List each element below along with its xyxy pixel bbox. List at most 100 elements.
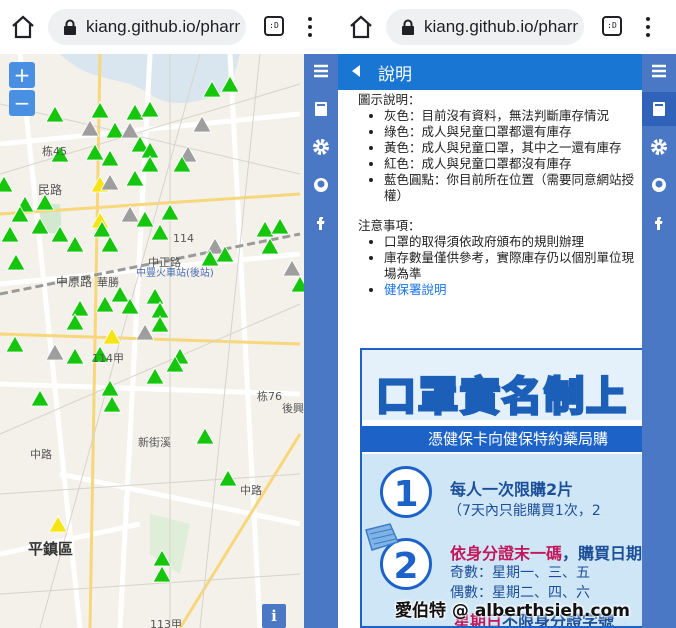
- book-icon[interactable]: [304, 92, 338, 126]
- mask-icon: [365, 523, 400, 551]
- station-label: 中豐火車站(後站): [136, 266, 214, 279]
- info-panel: 說明 圖示說明： 灰色：目前沒有資料，無法判斷庫存情況 綠色：成人與兒童口罩都還…: [338, 54, 642, 628]
- road-label: 114: [173, 232, 194, 245]
- lock-icon: [402, 19, 414, 35]
- github-icon[interactable]: [642, 168, 676, 202]
- pharmacy-marker[interactable]: [30, 389, 50, 407]
- rule-odd-days: 奇數：星期一、三、五: [450, 565, 590, 581]
- watermark-text: 愛伯特 @ alberthsieh.com: [395, 601, 630, 621]
- road-label: 新街溪: [138, 435, 171, 449]
- address-bar[interactable]: kiang.github.io/pharma: [386, 9, 584, 45]
- zoom-out-button[interactable]: −: [9, 90, 35, 116]
- pharmacy-marker[interactable]: [48, 515, 68, 533]
- panel-title: 說明: [378, 65, 412, 85]
- road-label: 114甲: [92, 352, 124, 365]
- pharmacy-marker[interactable]: [0, 225, 20, 243]
- pharmacy-marker[interactable]: [80, 119, 100, 137]
- pharmacy-marker[interactable]: [65, 347, 85, 365]
- notes-item: 庫存數量僅供參考，實際庫存仍以個別單位現場為準: [384, 250, 640, 282]
- tab-switcher-button[interactable]: :D: [264, 16, 284, 36]
- pharmacy-marker[interactable]: [195, 427, 215, 445]
- road-label: 中路: [30, 448, 52, 461]
- road-label: 栋45: [42, 144, 67, 158]
- road-label: 後興: [282, 401, 304, 415]
- notes-item: 口罩的取得須依政府頒布的規則辦理: [384, 234, 640, 250]
- map-canvas: 栋45 民路 114 中原路 中正路 中豐火車站(後站) 華勝 114甲 栋76…: [0, 54, 310, 628]
- pharmacy-marker[interactable]: [90, 101, 110, 119]
- gear-icon[interactable]: [304, 130, 338, 164]
- poster-subtitle: 憑健保卡向健保特約藥局購: [362, 426, 642, 452]
- right-screen: kiang.github.io/pharma :D 說明 圖示說明： 灰色：目前…: [338, 0, 676, 628]
- more-menu-icon[interactable]: [302, 14, 318, 40]
- pharmacy-marker[interactable]: [45, 105, 65, 123]
- url-text: kiang.github.io/pharma: [424, 17, 578, 36]
- browser-toolbar: kiang.github.io/pharma :D: [0, 0, 338, 54]
- road-label: 民路: [38, 182, 62, 197]
- legend-item: 紅色：成人與兒童口罩都沒有庫存: [384, 156, 640, 172]
- pharmacy-marker[interactable]: [102, 395, 122, 413]
- mask-policy-poster: 口罩實名制上 憑健保卡向健保特約藥局購 1 每人一次限購2片 （7天內只能購買1…: [360, 348, 642, 628]
- road-label: 中原路: [56, 274, 92, 289]
- pharmacy-marker[interactable]: [95, 295, 115, 313]
- pharmacy-marker[interactable]: [65, 235, 85, 253]
- pharmacy-marker[interactable]: [270, 217, 290, 235]
- pharmacy-marker[interactable]: [145, 287, 165, 305]
- nhi-info-link[interactable]: 健保署說明: [384, 282, 447, 297]
- url-text: kiang.github.io/pharma: [86, 17, 240, 36]
- info-button[interactable]: i: [262, 604, 286, 628]
- pharmacy-marker[interactable]: [282, 259, 302, 277]
- legend-heading: 圖示說明：: [358, 92, 421, 107]
- left-screen: kiang.github.io/pharma :D: [0, 0, 338, 628]
- pharmacy-marker[interactable]: [6, 253, 26, 271]
- github-icon[interactable]: [304, 168, 338, 202]
- home-icon[interactable]: [348, 14, 374, 40]
- pharmacy-marker[interactable]: [5, 335, 25, 353]
- road-label: 中路: [240, 484, 262, 497]
- legend-item: 黃色：成人與兒童口罩，其中之一還有庫存: [384, 140, 640, 156]
- pharmacy-map[interactable]: 栋45 民路 114 中原路 中正路 中豐火車站(後站) 華勝 114甲 栋76…: [0, 54, 338, 628]
- browser-toolbar: kiang.github.io/pharma :D: [338, 0, 676, 54]
- pharmacy-marker[interactable]: [100, 235, 120, 253]
- tab-switcher-button[interactable]: :D: [602, 16, 622, 36]
- facebook-icon[interactable]: [642, 206, 676, 240]
- panel-body: 圖示說明： 灰色：目前沒有資料，無法判斷庫存情況 綠色：成人與兒童口罩都還有庫存…: [358, 92, 640, 298]
- pharmacy-marker[interactable]: [120, 205, 140, 223]
- rule-text: 每人一次限購2片: [450, 480, 574, 499]
- home-icon[interactable]: [10, 14, 36, 40]
- facebook-icon[interactable]: [304, 206, 338, 240]
- legend-item: 綠色：成人與兒童口罩都還有庫存: [384, 124, 640, 140]
- gear-icon[interactable]: [642, 130, 676, 164]
- pharmacy-marker[interactable]: [145, 367, 165, 385]
- pharmacy-marker[interactable]: [70, 299, 90, 317]
- district-label: 平鎮區: [28, 540, 73, 558]
- pharmacy-marker[interactable]: [102, 327, 122, 345]
- menu-icon[interactable]: [642, 54, 676, 88]
- pharmacy-marker[interactable]: [100, 149, 120, 167]
- pharmacy-marker[interactable]: [125, 103, 145, 121]
- pharmacy-marker[interactable]: [85, 143, 105, 161]
- back-arrow-icon[interactable]: [352, 65, 360, 77]
- zoom-in-button[interactable]: +: [9, 62, 35, 88]
- pharmacy-marker[interactable]: [160, 203, 180, 221]
- legend-item: 灰色：目前沒有資料，無法判斷庫存情況: [384, 108, 640, 124]
- menu-icon[interactable]: [304, 54, 338, 88]
- address-bar[interactable]: kiang.github.io/pharma: [48, 9, 246, 45]
- side-toolbar: [304, 54, 338, 628]
- side-toolbar: [642, 54, 676, 628]
- pharmacy-marker[interactable]: [255, 220, 275, 238]
- book-icon[interactable]: [642, 92, 676, 126]
- road-label: 栋76: [257, 389, 282, 403]
- pharmacy-marker[interactable]: [140, 100, 160, 118]
- rule-text-highlight: 依身分證末一碼: [450, 544, 563, 563]
- pharmacy-marker[interactable]: [152, 565, 172, 583]
- rule-text: ，購買日期: [562, 544, 642, 563]
- notes-heading: 注意事項：: [358, 218, 421, 233]
- road-label: 華勝: [97, 275, 119, 289]
- pharmacy-marker[interactable]: [135, 210, 155, 228]
- rule-subtext: （7天內只能購買1次，2: [448, 503, 601, 519]
- road-label: 113甲: [150, 618, 182, 628]
- pharmacy-marker[interactable]: [0, 175, 14, 193]
- poster-title: 口罩實名制上: [375, 373, 628, 422]
- more-menu-icon[interactable]: [640, 14, 656, 40]
- legend-item: 藍色圓點：你目前所在位置（需要同意網站授權）: [384, 172, 640, 204]
